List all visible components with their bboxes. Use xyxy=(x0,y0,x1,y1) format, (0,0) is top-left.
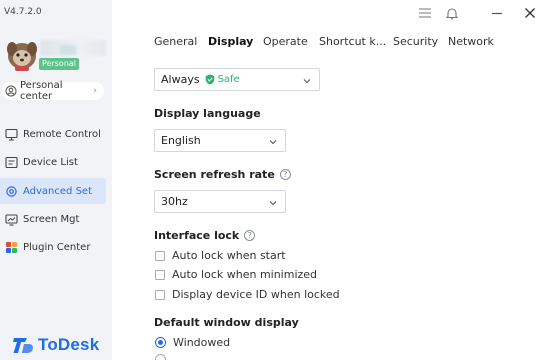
select-value: English xyxy=(161,134,201,147)
chevron-down-icon xyxy=(303,75,311,84)
tab-general[interactable]: General xyxy=(154,35,208,48)
help-icon[interactable]: ? xyxy=(279,169,291,180)
display-language-title: Display language xyxy=(154,107,261,120)
refresh-rate-select[interactable]: 30hz xyxy=(154,190,286,213)
nav-item-screen-mgt[interactable]: Screen Mgt xyxy=(0,206,106,232)
tab-operate[interactable]: Operate xyxy=(263,35,319,48)
todesk-logo-icon xyxy=(13,338,33,353)
plugin-grid-icon xyxy=(4,240,18,254)
option-label: Windowed xyxy=(173,336,231,349)
user-icon xyxy=(5,85,17,97)
nav-item-remote-control[interactable]: Remote Control xyxy=(0,121,106,147)
nav-label: Screen Mgt xyxy=(23,213,80,225)
settings-gear-icon xyxy=(4,184,18,198)
account-type-badge: Personal xyxy=(39,58,80,70)
auto-lock-minimized-checkbox[interactable] xyxy=(155,269,165,280)
nav-label: Device List xyxy=(23,156,78,168)
next-window-option[interactable] xyxy=(155,354,173,360)
settings-tabs: General Display Operate Shortcut k... Se… xyxy=(154,35,494,48)
safe-tag: Safe xyxy=(217,74,240,85)
nav-item-device-list[interactable]: Device List xyxy=(0,149,106,175)
nav-item-advanced-set[interactable]: Advanced Set xyxy=(0,178,106,204)
chevron-down-icon xyxy=(269,197,277,206)
interface-lock-title: Interface lock? xyxy=(154,229,256,242)
display-id-locked-option[interactable]: Display device ID when locked xyxy=(155,288,340,301)
default-window-title: Default window display xyxy=(154,316,299,329)
chevron-right-icon: › xyxy=(93,86,97,96)
tab-network[interactable]: Network xyxy=(448,35,494,48)
interface-lock-title-text: Interface lock xyxy=(154,229,240,242)
refresh-rate-title-text: Screen refresh rate xyxy=(154,168,275,181)
todesk-logo: ToDesk xyxy=(12,335,99,355)
logo-text: ToDesk xyxy=(38,335,100,354)
auto-lock-start-checkbox[interactable] xyxy=(155,250,165,261)
refresh-rate-title: Screen refresh rate? xyxy=(154,168,291,181)
auto-lock-minimized-option[interactable]: Auto lock when minimized xyxy=(155,268,317,281)
display-mode-select[interactable]: Always Safe xyxy=(154,68,320,91)
select-value: Always xyxy=(161,73,200,86)
help-icon[interactable]: ? xyxy=(244,230,256,241)
nav-label: Plugin Center xyxy=(23,241,91,253)
tab-security[interactable]: Security xyxy=(393,35,448,48)
personal-center-button[interactable]: Personal center › xyxy=(2,80,104,102)
sidebar: V4.7.2.0 Personal Personal center › Remo… xyxy=(0,0,112,360)
bell-icon[interactable] xyxy=(444,5,460,21)
auto-lock-start-option[interactable]: Auto lock when start xyxy=(155,249,286,262)
option-label: Display device ID when locked xyxy=(172,288,340,301)
select-value: 30hz xyxy=(161,195,188,208)
display-id-locked-checkbox[interactable] xyxy=(155,289,165,300)
version-label: V4.7.2.0 xyxy=(4,7,42,17)
avatar[interactable] xyxy=(2,36,42,72)
option-label: Auto lock when start xyxy=(172,249,286,262)
personal-center-label: Personal center xyxy=(20,80,63,102)
device-list-icon xyxy=(4,155,18,169)
minimize-icon[interactable] xyxy=(489,5,505,21)
screen-icon xyxy=(4,212,18,226)
shield-check-icon xyxy=(205,74,215,85)
next-window-radio[interactable] xyxy=(155,354,166,360)
nav-label: Remote Control xyxy=(23,128,101,140)
close-icon[interactable] xyxy=(522,5,538,21)
monitor-icon xyxy=(4,127,18,141)
windowed-option[interactable]: Windowed xyxy=(155,336,230,349)
option-label: Auto lock when minimized xyxy=(172,268,318,281)
user-name-redacted-detail xyxy=(60,45,76,55)
chevron-down-icon xyxy=(269,136,277,145)
nav-item-plugin-center[interactable]: Plugin Center xyxy=(0,234,106,260)
nav-label: Advanced Set xyxy=(23,185,92,197)
tab-shortcut-keys[interactable]: Shortcut k... xyxy=(319,35,393,48)
display-language-select[interactable]: English xyxy=(154,129,286,152)
tab-display[interactable]: Display xyxy=(208,35,263,48)
windowed-radio[interactable] xyxy=(155,337,166,348)
menu-icon[interactable] xyxy=(417,5,433,21)
